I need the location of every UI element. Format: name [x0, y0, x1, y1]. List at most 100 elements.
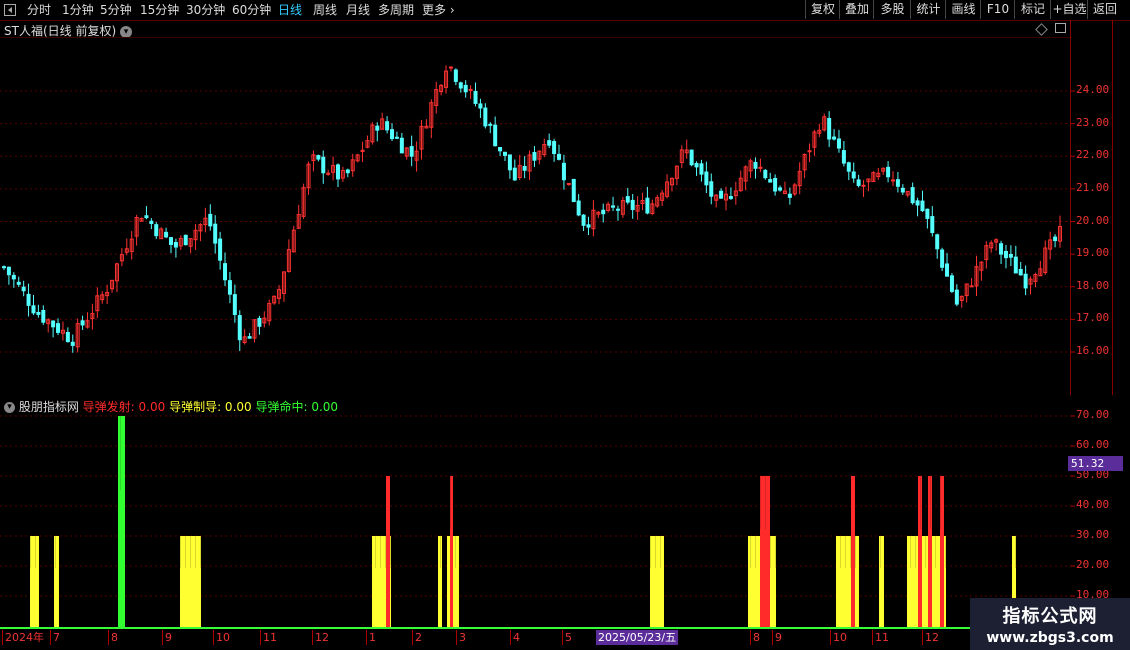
- candle: [753, 157, 758, 179]
- candle: [21, 280, 26, 297]
- candle: [925, 208, 930, 229]
- candle: [969, 277, 974, 288]
- candle: [394, 131, 399, 140]
- candle: [586, 216, 591, 236]
- candle: [1048, 231, 1053, 260]
- date-tick-label: 7: [50, 630, 60, 645]
- indicator-tick-label: 70.00: [1076, 408, 1110, 421]
- indicator-chart[interactable]: [0, 395, 1130, 650]
- candle: [498, 146, 503, 156]
- launch-bar: [386, 476, 390, 628]
- candle: [168, 237, 173, 254]
- candle: [832, 129, 837, 141]
- candle: [591, 200, 596, 237]
- candle: [119, 247, 124, 267]
- candle: [949, 272, 954, 294]
- candle: [596, 210, 601, 218]
- candle: [846, 161, 851, 181]
- candle: [827, 111, 832, 148]
- candle: [507, 154, 512, 179]
- candle: [321, 150, 326, 184]
- candle: [1043, 240, 1048, 275]
- candle: [650, 199, 655, 216]
- price-tick-label: 22.00: [1076, 148, 1110, 162]
- price-tick-label: 24.00: [1076, 83, 1110, 96]
- candle: [571, 178, 576, 203]
- candle: [561, 154, 566, 190]
- date-tick-label: 2024年: [2, 630, 44, 645]
- date-tick-label: 4: [510, 630, 520, 645]
- candle: [444, 65, 449, 94]
- candle: [802, 153, 807, 179]
- candle: [1058, 215, 1062, 248]
- candle: [797, 162, 802, 195]
- candle: [90, 303, 95, 330]
- candle: [365, 135, 370, 149]
- date-tick-label: 9: [772, 630, 782, 645]
- candle: [70, 334, 75, 353]
- candle: [331, 156, 336, 181]
- candle: [483, 103, 488, 129]
- candle: [856, 174, 861, 188]
- candle: [399, 133, 404, 154]
- candle: [836, 129, 841, 153]
- candle: [340, 166, 345, 182]
- date-tick-label: 9: [162, 630, 172, 645]
- price-tick-label: 19.00: [1076, 246, 1110, 260]
- candle: [787, 187, 792, 205]
- candle: [615, 205, 620, 221]
- watermark-title: 指标公式网: [1002, 606, 1098, 627]
- candle: [945, 252, 950, 277]
- candle: [154, 222, 159, 240]
- indicator-tick-label: 20.00: [1076, 558, 1110, 571]
- candle: [16, 276, 21, 288]
- candle: [724, 186, 729, 211]
- launch-bar: [851, 476, 855, 628]
- candle: [581, 214, 586, 231]
- candle: [335, 163, 340, 188]
- candle: [861, 179, 866, 197]
- candle: [419, 119, 424, 160]
- price-tick-label: 23.00: [1076, 115, 1110, 129]
- date-axis: 2024年 7 8 9 10 11 12 1 2 3 4 5 2025/05/23/五 8 9 10 11 12: [0, 630, 970, 646]
- candle: [223, 252, 228, 287]
- candle: [974, 255, 979, 296]
- candle: [940, 247, 945, 272]
- candle: [159, 227, 164, 240]
- candle: [738, 170, 743, 192]
- launch-bar: [940, 476, 944, 628]
- candle: [51, 320, 56, 338]
- candle: [213, 215, 218, 254]
- candle: [262, 311, 267, 328]
- candle: [1008, 245, 1013, 266]
- candle: [100, 291, 105, 304]
- guide-bar: [30, 536, 39, 628]
- candle: [891, 171, 896, 187]
- date-tick-label: 8: [750, 630, 760, 645]
- candle: [252, 319, 257, 343]
- candle: [522, 156, 527, 179]
- candle: [375, 122, 380, 142]
- launch-bar: [928, 476, 932, 628]
- candle: [326, 169, 331, 176]
- date-tick-label: 10: [830, 630, 847, 645]
- candle: [95, 287, 100, 318]
- candle: [385, 116, 390, 134]
- candle: [532, 145, 537, 167]
- date-tick-label: 8: [108, 630, 118, 645]
- candle: [247, 333, 252, 339]
- candle: [517, 154, 522, 181]
- candlestick-chart[interactable]: [0, 0, 1130, 395]
- candle: [198, 223, 203, 242]
- candle: [655, 194, 660, 208]
- candle: [979, 261, 984, 281]
- hit-bar: [118, 416, 125, 628]
- candle: [227, 272, 232, 304]
- date-tick-label: 12: [922, 630, 939, 645]
- candle: [822, 113, 827, 132]
- candle: [733, 181, 738, 205]
- launch-bar: [918, 476, 922, 628]
- watermark-url: www.zbgs3.com: [986, 630, 1114, 646]
- candle: [355, 153, 360, 163]
- candle: [886, 161, 891, 183]
